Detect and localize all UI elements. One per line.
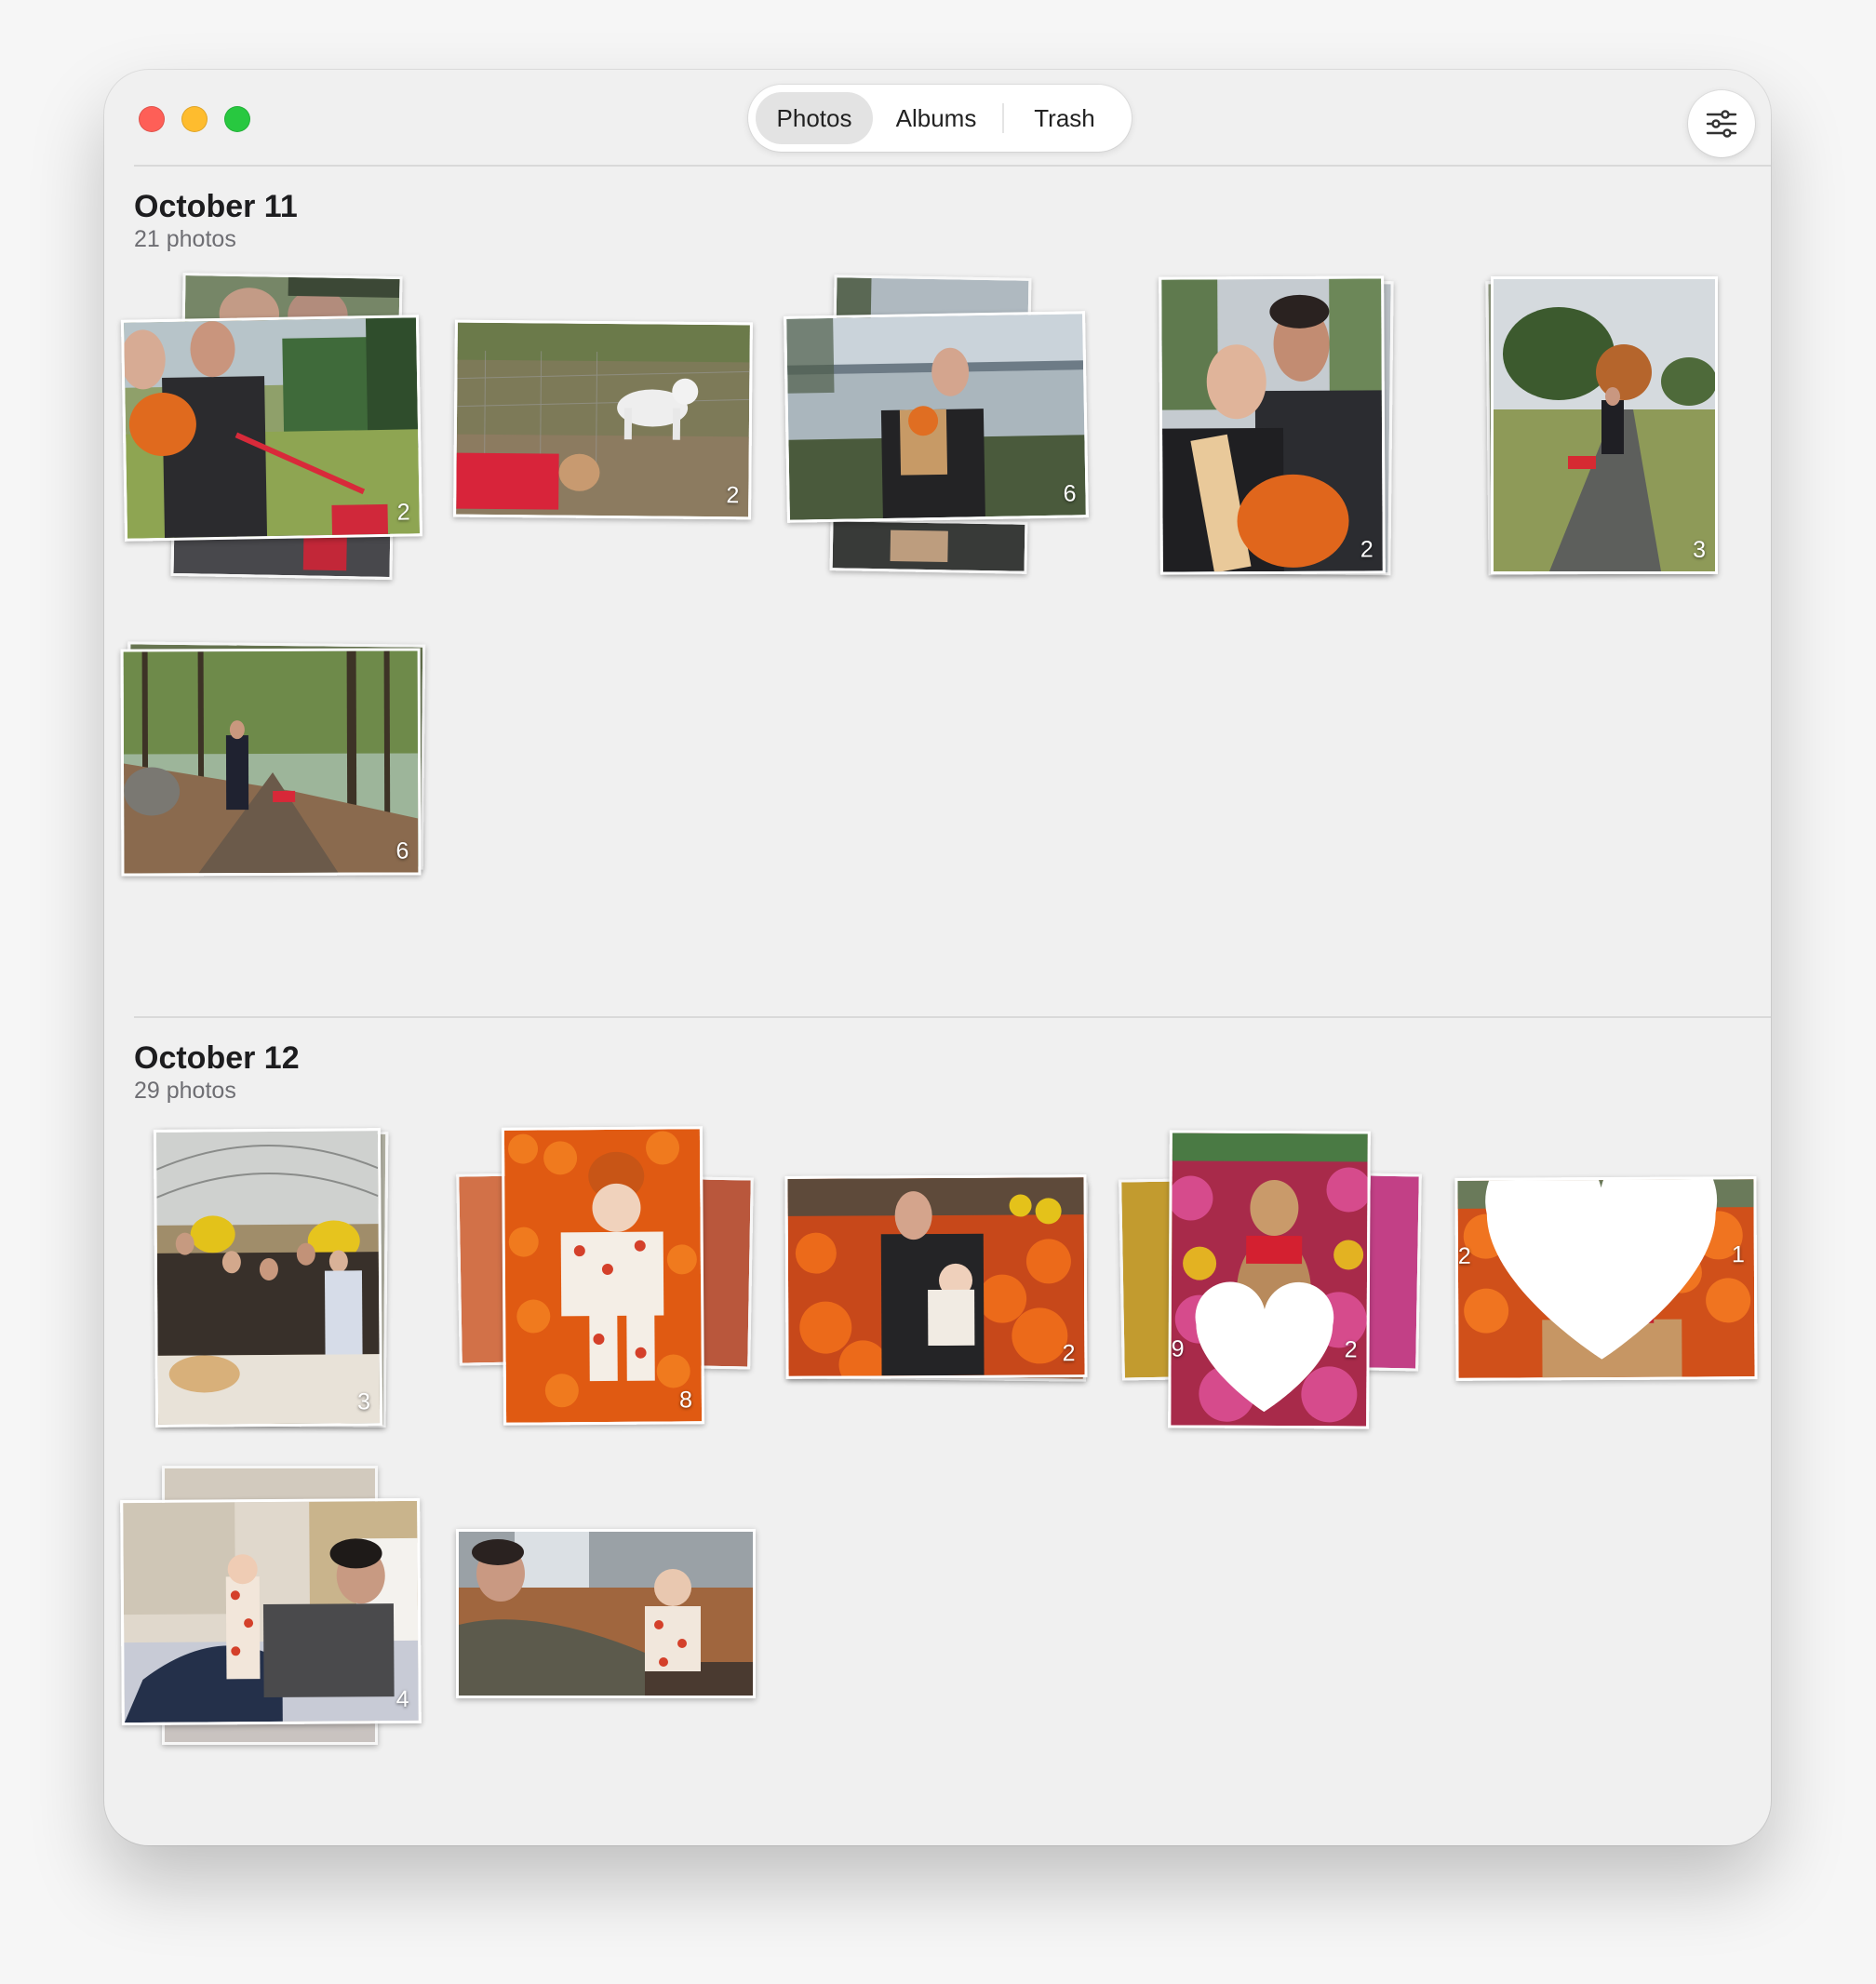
photo-stack[interactable]: 2	[784, 1174, 1092, 1399]
photo-count-badge: 2	[1062, 1340, 1076, 1367]
section-photo-count: 21 photos	[134, 226, 236, 252]
photo-count-badge: 9 2	[1171, 1281, 1358, 1419]
section-divider	[134, 1016, 1771, 1018]
photo-count-badge: 4	[395, 1685, 409, 1713]
photos-window: Photos Albums Trash October 11 21 photos	[104, 70, 1771, 1845]
maximize-window-button[interactable]	[224, 106, 250, 132]
filter-button[interactable]	[1688, 90, 1755, 157]
photo-stack[interactable]: 2	[453, 319, 753, 554]
photo-count-badge: 6	[395, 838, 409, 865]
section-title: October 12	[134, 1040, 300, 1076]
tab-photos[interactable]: Photos	[756, 92, 873, 144]
tab-divider	[1002, 103, 1004, 133]
sliders-icon	[1706, 110, 1737, 138]
photo-stack[interactable]: 6	[784, 275, 1092, 574]
section-photo-count: 29 photos	[134, 1078, 236, 1104]
photo-stack[interactable]: 2	[120, 272, 423, 581]
photo-count-badge: 2	[1360, 536, 1374, 563]
photo-stack[interactable]	[456, 1529, 763, 1706]
heart-icon	[1195, 1281, 1334, 1413]
photo-stack[interactable]: 6	[120, 641, 428, 885]
section-divider	[134, 165, 1771, 167]
section-title: October 11	[134, 189, 298, 224]
minimize-window-button[interactable]	[181, 106, 208, 132]
photo-count-badge: 2	[726, 482, 740, 509]
photo-count-badge: 3	[1693, 537, 1706, 563]
close-window-button[interactable]	[139, 106, 165, 132]
photo-stack[interactable]: 4	[120, 1466, 428, 1754]
tab-trash[interactable]: Trash	[1005, 92, 1124, 144]
photo-stack[interactable]: 2	[1159, 275, 1394, 576]
photo-stack[interactable]: 2 1	[1454, 1176, 1762, 1391]
photo-count-badge: 2 1	[1457, 1176, 1745, 1371]
photo-count-badge: 2	[396, 499, 410, 526]
photo-stack[interactable]: 8	[456, 1126, 765, 1434]
photo-count-badge: 6	[1063, 480, 1077, 507]
photo-stack[interactable]: 3	[1485, 276, 1723, 576]
heart-icon	[1485, 1176, 1718, 1360]
photo-stack[interactable]: 9 2	[1119, 1130, 1446, 1438]
tab-albums[interactable]: Albums	[873, 92, 999, 144]
photo-stack[interactable]: 3	[153, 1128, 396, 1432]
photo-count-badge: 8	[678, 1387, 693, 1414]
view-segmented-control: Photos Albums Trash	[748, 85, 1132, 152]
title-bar: Photos Albums Trash	[104, 70, 1771, 167]
photo-count-badge: 3	[356, 1388, 371, 1415]
